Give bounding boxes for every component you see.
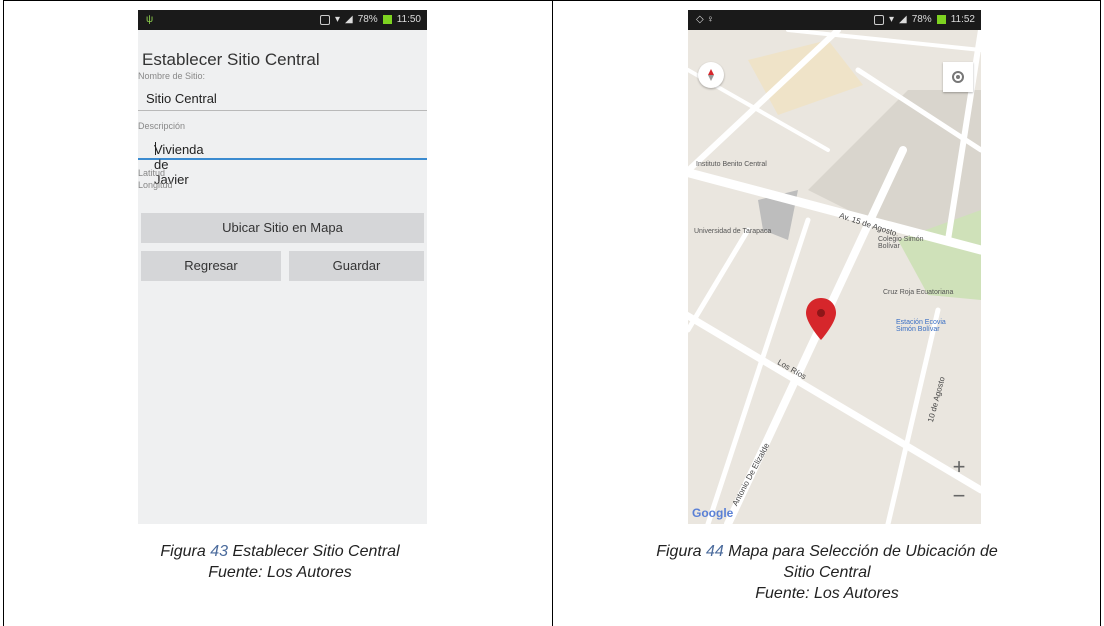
form-title: Establecer Sitio Central: [142, 50, 320, 69]
phone-screenshot-form: ψ ▾ ◢ 78% 11:50 Establecer Sitio Central…: [138, 10, 427, 524]
signal-icon: ◢: [898, 14, 907, 25]
battery-percent: 78%: [357, 14, 378, 25]
compass-button[interactable]: [698, 62, 724, 88]
caption-source: Fuente: Los Autores: [208, 564, 352, 581]
map-roads: [688, 27, 981, 524]
poi-label: Instituto Benito Central: [696, 161, 767, 168]
figure-44-caption: Figura 44 Mapa para Selección de Ubicaci…: [574, 541, 1080, 604]
zoom-in-button[interactable]: +: [945, 455, 973, 481]
signal-icon: ◢: [344, 14, 353, 25]
figure-number: 44: [706, 543, 724, 560]
status-time: 11:52: [950, 14, 975, 25]
table-column-divider: [552, 0, 553, 626]
status-bar: ψ ▾ ◢ 78% 11:50: [138, 10, 427, 30]
site-name-value: Sitio Central: [146, 91, 217, 106]
battery-percent: 78%: [911, 14, 932, 25]
caption-title-line1: Mapa para Selección de Ubicación de: [728, 543, 998, 560]
longitude-label: Longitud: [138, 180, 173, 190]
status-time: 11:50: [396, 14, 421, 25]
caption-title-line2: Sitio Central: [783, 564, 871, 581]
site-name-input[interactable]: Sitio Central: [138, 88, 427, 111]
phone-screenshot-map: ◇ ♀ ▾ ◢ 78% 11:52 Instituto Benito Centr…: [688, 10, 981, 524]
battery-icon: [936, 15, 946, 24]
wifi-icon: ▾: [334, 14, 340, 25]
caption-title: Establecer Sitio Central: [232, 543, 400, 560]
status-bar: ◇ ♀ ▾ ◢ 78% 11:52: [688, 10, 981, 30]
crosshair-icon: [952, 71, 964, 83]
poi-label: Cruz Roja Ecuatoriana: [883, 289, 954, 296]
site-name-label: Nombre de Sitio:: [138, 71, 206, 81]
caption-source: Fuente: Los Autores: [755, 585, 899, 602]
locate-on-map-button[interactable]: Ubicar Sitio en Mapa: [141, 213, 424, 243]
figure-number: 43: [210, 543, 228, 560]
wifi-icon: ▾: [888, 14, 894, 25]
zoom-out-button[interactable]: −: [945, 484, 973, 510]
text-caret: [155, 142, 156, 155]
poi-label: Universidad de Tarapaca: [694, 228, 772, 235]
description-label: Descripción: [138, 121, 186, 131]
poi-label: Estación Ecovia Simón Bolívar: [896, 319, 946, 333]
map-view[interactable]: Instituto Benito Central Universidad de …: [688, 27, 981, 524]
alarm-icon: [319, 14, 330, 25]
back-button[interactable]: Regresar: [141, 251, 281, 281]
my-location-button[interactable]: [943, 62, 973, 92]
location-icon: ◇ ♀: [696, 14, 714, 25]
figure-43-caption: Figura 43 Establecer Sitio Central Fuent…: [70, 541, 490, 583]
google-logo: Google: [692, 506, 734, 520]
poi-label: Colegio Simón Bolívar: [878, 236, 924, 250]
usb-icon: ψ: [146, 14, 154, 25]
save-button[interactable]: Guardar: [289, 251, 424, 281]
caption-prefix: Figura: [656, 543, 702, 560]
alarm-icon: [873, 14, 884, 25]
compass-icon: [708, 69, 714, 81]
caption-prefix: Figura: [160, 543, 206, 560]
latitude-label: Latitud: [138, 168, 166, 178]
battery-icon: [382, 15, 392, 24]
description-input[interactable]: Vivienda de Javier: [138, 136, 427, 187]
